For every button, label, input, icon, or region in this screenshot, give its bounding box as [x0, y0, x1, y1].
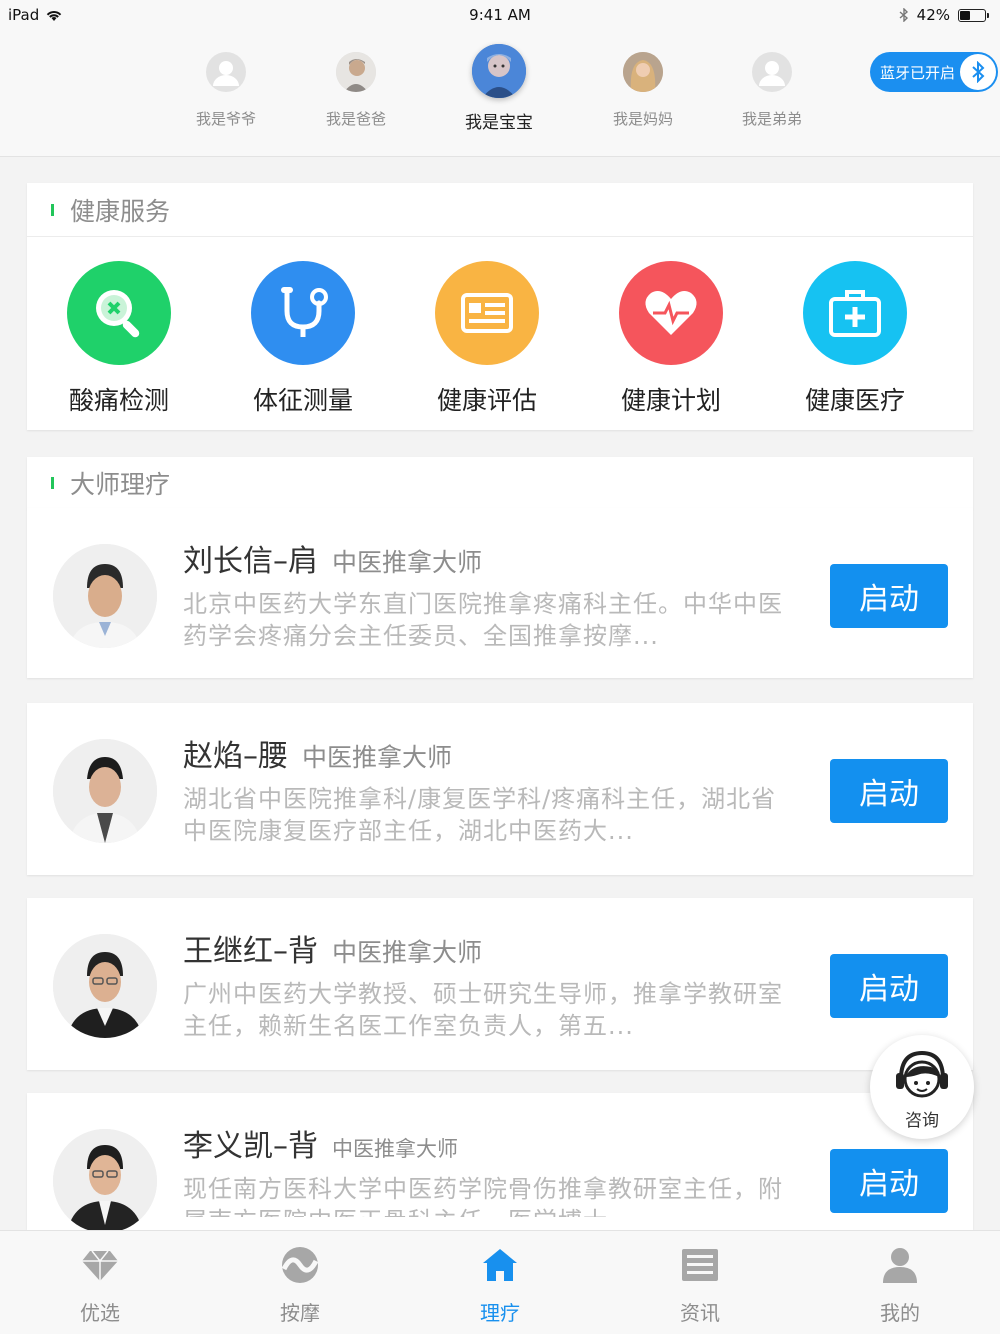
- service-soreness-detection[interactable]: 酸痛检测: [27, 261, 211, 417]
- service-health-assessment[interactable]: 健康评估: [395, 261, 579, 417]
- section-header: 健康服务: [27, 183, 973, 237]
- start-button[interactable]: 启动: [830, 954, 948, 1018]
- tab-label: 按摩: [280, 1301, 320, 1325]
- person-icon: [883, 1248, 917, 1283]
- expert-role: 中医推拿大师: [332, 938, 483, 967]
- member-brother[interactable]: 我是弟弟: [717, 52, 827, 129]
- tab-label: 资讯: [680, 1301, 720, 1325]
- home-icon: [483, 1249, 517, 1281]
- service-vital-signs[interactable]: 体征测量: [211, 261, 395, 417]
- avatar: [336, 52, 376, 92]
- expert-photo: [53, 544, 157, 648]
- section-header: 大师理疗: [27, 457, 973, 509]
- bluetooth-icon: [899, 8, 908, 22]
- member-name: 我是妈妈: [612, 110, 673, 128]
- service-label: 健康评估: [436, 386, 537, 415]
- expert-name: 李义凯–背: [183, 1129, 318, 1164]
- expert-photo: [53, 739, 157, 843]
- expert-description: 北京中医药大学东直门医院推拿疼痛科主任。中华中医药学会疼痛分会主任委员、全国推拿…: [183, 590, 783, 650]
- expert-card: 王继红–背 中医推拿大师 广州中医药大学教授、硕士研究生导师，推拿学教研室主任，赖…: [27, 898, 973, 1070]
- section-marker: [51, 476, 54, 489]
- master-therapy-card: 大师理疗: [27, 457, 973, 509]
- diamond-icon: [82, 1250, 118, 1281]
- service-label: 健康医疗: [804, 386, 905, 415]
- service-health-plan[interactable]: 健康计划: [579, 261, 763, 417]
- section-title: 健康服务: [70, 196, 171, 226]
- tab-label: 理疗: [480, 1301, 520, 1325]
- expert-description: 湖北省中医院推拿科/康复医学科/疼痛科主任，湖北省中医院康复医疗部主任，湖北中医…: [183, 785, 777, 845]
- tab-featured[interactable]: 优选: [0, 1231, 200, 1334]
- tab-label: 我的: [880, 1301, 920, 1325]
- stethoscope-icon: [251, 261, 355, 365]
- tab-bar: 优选 按摩 理疗 资讯 我的: [0, 1230, 1000, 1334]
- expert-role: 中医推拿大师: [302, 743, 453, 772]
- tab-news[interactable]: 资讯: [600, 1231, 800, 1334]
- member-name: 我是宝宝: [465, 113, 533, 133]
- tab-massage[interactable]: 按摩: [200, 1231, 400, 1334]
- member-mom[interactable]: 我是妈妈: [588, 52, 698, 129]
- expert-card: 刘长信–肩 中医推拿大师 北京中医药大学东直门医院推拿疼痛科主任。中华中医药学会疼…: [27, 508, 973, 678]
- wave-ball-icon: [281, 1247, 319, 1283]
- section-marker: [51, 203, 54, 216]
- tab-profile[interactable]: 我的: [800, 1231, 1000, 1334]
- bluetooth-icon: [960, 54, 996, 90]
- avatar: [472, 44, 526, 98]
- start-button[interactable]: 启动: [830, 564, 948, 628]
- member-name: 我是爸爸: [325, 110, 386, 128]
- start-button[interactable]: 启动: [830, 1149, 948, 1213]
- tab-therapy[interactable]: 理疗: [400, 1231, 600, 1334]
- section-title: 大师理疗: [70, 469, 171, 499]
- expert-name: 赵焰–腰: [183, 739, 288, 774]
- expert-description: 广州中医药大学教授、硕士研究生导师，推拿学教研室主任，赖新生名医工作室负责人，第…: [183, 980, 783, 1040]
- battery-icon: [958, 8, 989, 22]
- member-baby[interactable]: 我是宝宝: [444, 44, 554, 133]
- status-bar: iPad 9:41 AM 42%: [0, 0, 1000, 30]
- member-name: 我是弟弟: [741, 110, 802, 128]
- member-dad[interactable]: 我是爸爸: [301, 52, 411, 129]
- member-name: 我是爷爷: [195, 110, 256, 128]
- service-health-medical[interactable]: 健康医疗: [763, 261, 947, 417]
- expert-description: 现任南方医科大学中医药学院骨伤推拿教研室主任，附属南方医院中医正骨科主任，医学博…: [183, 1175, 783, 1217]
- bluetooth-label: 蓝牙已开启: [880, 63, 956, 82]
- expert-photo: [53, 934, 157, 1038]
- default-avatar-icon: [752, 52, 792, 92]
- expert-name: 王继红–背: [183, 934, 318, 969]
- consult-label: 咨询: [905, 1111, 939, 1131]
- tab-label: 优选: [80, 1301, 120, 1325]
- id-card-icon: [435, 261, 539, 365]
- expert-name: 刘长信–肩: [183, 544, 318, 579]
- avatar: [623, 52, 663, 92]
- service-label: 健康计划: [620, 386, 721, 415]
- heart-pulse-icon: [619, 261, 723, 365]
- service-label: 酸痛检测: [68, 386, 169, 415]
- battery-percent: 42%: [916, 6, 950, 24]
- news-list-icon: [682, 1249, 718, 1281]
- magnifier-icon: [67, 261, 171, 365]
- start-button[interactable]: 启动: [830, 759, 948, 823]
- medical-kit-icon: [803, 261, 907, 365]
- expert-photo: [53, 1129, 157, 1233]
- service-label: 体征测量: [252, 386, 353, 415]
- customer-service-icon: [896, 1050, 948, 1098]
- expert-card: 李义凯–背中医推拿大师 现任南方医科大学中医药学院骨伤推拿教研室主任，附属南方医…: [27, 1093, 973, 1233]
- status-time: 9:41 AM: [469, 6, 531, 24]
- bluetooth-toggle[interactable]: 蓝牙已开启: [870, 52, 998, 92]
- expert-role: 中医推拿大师: [332, 1137, 458, 1161]
- member-grandpa[interactable]: 我是爷爷: [171, 52, 281, 129]
- health-services-card: 健康服务 酸痛检测 体征测量 健康评估 健康计划 健康医疗: [27, 183, 973, 430]
- default-avatar-icon: [206, 52, 246, 92]
- consult-button[interactable]: 咨询: [870, 1035, 974, 1139]
- family-member-bar: 我是爷爷 我是爸爸 我是宝宝 我是妈妈 我是弟弟 蓝牙已开启: [0, 30, 1000, 157]
- expert-role: 中医推拿大师: [332, 548, 483, 577]
- expert-card: 赵焰–腰 中医推拿大师 湖北省中医院推拿科/康复医学科/疼痛科主任，湖北省中医院康…: [27, 703, 973, 875]
